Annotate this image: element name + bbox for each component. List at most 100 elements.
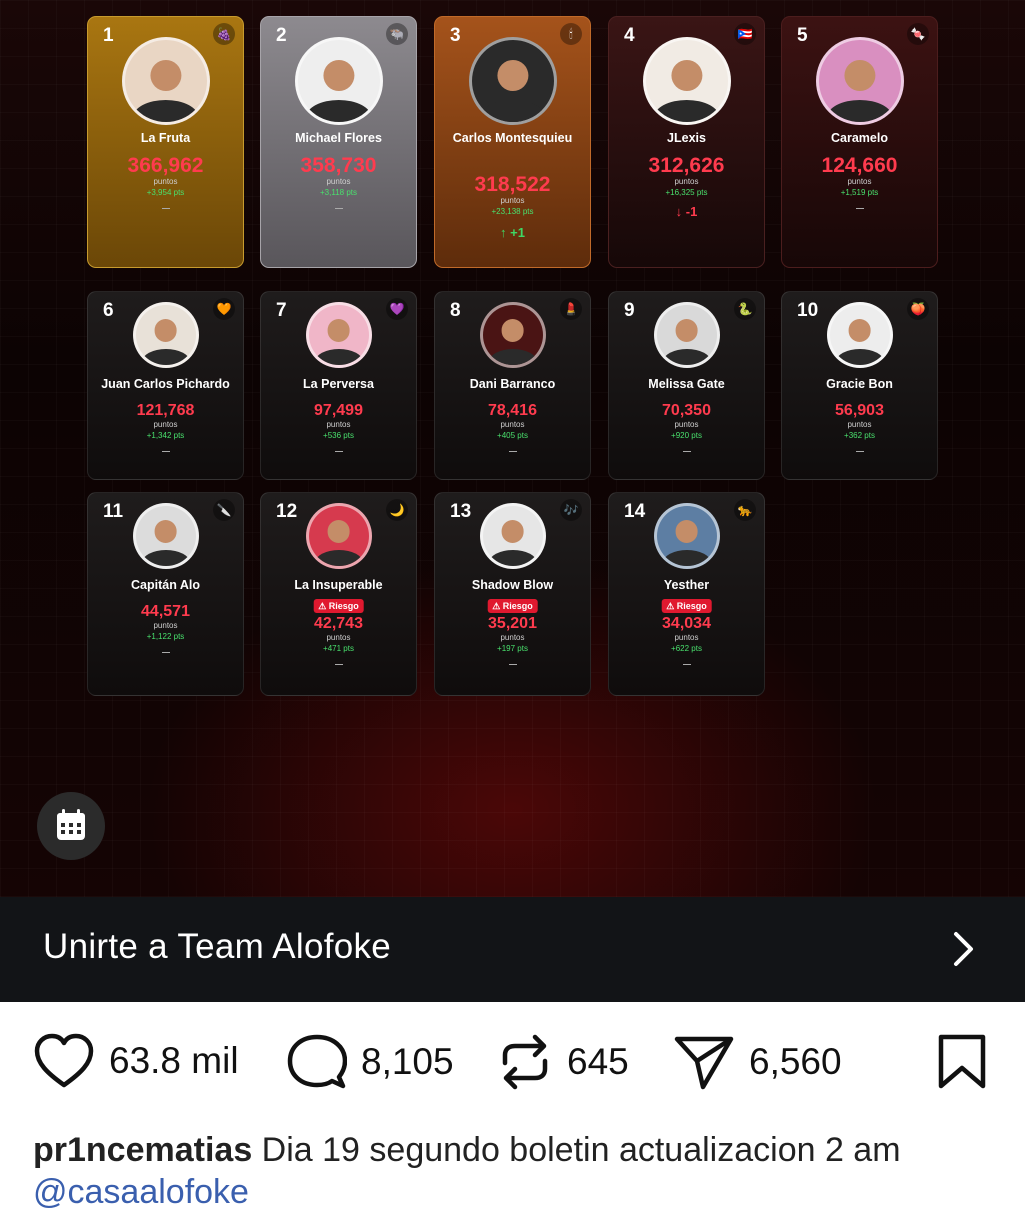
contestant-name: Capitán Alo <box>131 578 200 592</box>
points-value: 97,499 <box>314 402 363 419</box>
contestant-name: Gracie Bon <box>826 377 893 391</box>
points-label: puntos <box>674 633 699 642</box>
contestant-emoji-icon: 🍇 <box>213 23 235 45</box>
contestant-emoji-icon: 🍑 <box>907 298 929 320</box>
avatar <box>479 503 546 569</box>
like-count: 63.8 mil <box>109 1040 239 1081</box>
contestant-emoji-icon: 🎶 <box>560 499 582 521</box>
send-icon <box>674 1036 734 1090</box>
rank-movement-none <box>334 664 343 665</box>
avatar <box>642 37 731 125</box>
contestant-name: Michael Flores <box>295 131 382 145</box>
rank-movement-none <box>508 664 517 665</box>
join-team-banner[interactable]: Unirte a Team Alofoke <box>0 897 1025 1002</box>
contestant-emoji-icon: 🐃 <box>386 23 408 45</box>
points-delta: +536 pts <box>323 431 354 440</box>
points-label: puntos <box>326 633 351 642</box>
contestant-emoji-icon: 🌙 <box>386 499 408 521</box>
points-label: puntos <box>674 420 699 429</box>
contestant-name: La Insuperable <box>294 578 383 592</box>
points-value: 358,730 <box>300 154 377 177</box>
contestant-card[interactable]: 10 🍑 Gracie Bon 56,903 puntos +362 pts <box>781 291 938 480</box>
points-value: 35,201 <box>488 615 537 632</box>
rank-number: 1 <box>103 25 114 46</box>
points-delta: +197 pts <box>497 644 528 653</box>
like-button[interactable]: 63.8 mil <box>33 1033 239 1089</box>
rank-movement-none <box>508 451 517 452</box>
contestant-card[interactable]: 5 🍬 Caramelo 124,660 puntos +1,519 pts <box>781 16 938 268</box>
repost-button[interactable]: 645 <box>497 1033 629 1091</box>
contestant-card[interactable]: 12 🌙 La Insuperable ⚠ Riesgo 42,743 puntos +47… <box>260 492 417 696</box>
rank-movement-none <box>334 451 343 452</box>
points-label: puntos <box>326 420 351 429</box>
post-caption: pr1ncematias Dia 19 segundo boletin actu… <box>33 1129 1013 1213</box>
points-label: puntos <box>500 196 525 205</box>
rank-number: 9 <box>624 300 635 321</box>
contestant-card[interactable]: 3 🕯 Carlos Montesquieu 318,522 puntos +23,138… <box>434 16 591 268</box>
contestant-name: Caramelo <box>831 131 888 145</box>
avatar <box>468 37 557 125</box>
rank-movement-none <box>161 451 170 452</box>
contestant-card[interactable]: 1 🍇 La Fruta 366,962 puntos +3,954 pts <box>87 16 244 268</box>
join-team-label: Unirte a Team Alofoke <box>43 927 392 966</box>
avatar <box>826 302 893 368</box>
avatar <box>294 37 383 125</box>
caption-mention[interactable]: @casaalofoke <box>33 1173 249 1211</box>
points-delta: +1,342 pts <box>146 431 185 440</box>
contestant-name: Dani Barranco <box>469 377 556 391</box>
points-label: puntos <box>153 177 178 186</box>
share-button[interactable]: 6,560 <box>673 1033 842 1091</box>
contestant-card[interactable]: 4 🇵🇷 JLexis 312,626 puntos +16,325 pts ↓ -1 <box>608 16 765 268</box>
calendar-button[interactable] <box>37 792 105 860</box>
caption-text: Dia 19 segundo boletin actualizacion 2 a… <box>252 1131 901 1169</box>
calendar-icon <box>57 809 85 840</box>
contestant-card[interactable]: 14 🐆 Yesther ⚠ Riesgo 34,034 puntos +622 pts <box>608 492 765 696</box>
rank-movement-none <box>161 652 170 653</box>
caption-username[interactable]: pr1ncematias <box>33 1131 252 1169</box>
points-delta: +16,325 pts <box>665 188 708 197</box>
contestant-card[interactable]: 6 🧡 Juan Carlos Pichardo 121,768 puntos +1,34… <box>87 291 244 480</box>
rank-number: 13 <box>450 501 472 522</box>
risk-badge: ⚠ Riesgo <box>661 599 712 613</box>
contestant-emoji-icon: 🧡 <box>213 298 235 320</box>
save-button[interactable] <box>936 1033 988 1091</box>
points-value: 366,962 <box>127 154 204 177</box>
contestant-card[interactable]: 2 🐃 Michael Flores 358,730 puntos +3,118 pts <box>260 16 417 268</box>
comment-button[interactable]: 8,105 <box>287 1033 454 1091</box>
points-delta: +3,118 pts <box>320 188 357 197</box>
points-label: puntos <box>153 420 178 429</box>
contestant-card[interactable]: 8 💄 Dani Barranco 78,416 puntos +405 pts <box>434 291 591 480</box>
contestant-card[interactable]: 13 🎶 Shadow Blow ⚠ Riesgo 35,201 puntos +197 p… <box>434 492 591 696</box>
points-delta: +1,122 pts <box>146 632 185 641</box>
heart-icon <box>34 1033 94 1088</box>
points-value: 56,903 <box>835 402 884 419</box>
contestant-name: Juan Carlos Pichardo <box>101 377 230 391</box>
contestant-name: JLexis <box>667 131 706 145</box>
contestant-name: La Fruta <box>140 131 191 145</box>
avatar <box>121 37 210 125</box>
contestant-name: Shadow Blow <box>471 578 554 592</box>
rank-movement-none <box>682 451 691 452</box>
rank-movement-none <box>334 208 343 209</box>
rank-number: 10 <box>797 300 819 321</box>
contestant-emoji-icon: 🐆 <box>734 499 756 521</box>
risk-badge: ⚠ Riesgo <box>487 599 538 613</box>
contestant-emoji-icon: 🔪 <box>213 499 235 521</box>
contestant-name: Yesther <box>663 578 710 592</box>
points-delta: +920 pts <box>671 431 702 440</box>
points-value: 121,768 <box>136 402 195 419</box>
contestant-emoji-icon: 💜 <box>386 298 408 320</box>
rank-movement-none <box>161 208 170 209</box>
points-value: 124,660 <box>821 154 898 177</box>
contestant-card[interactable]: 9 🐍 Melissa Gate 70,350 puntos +920 pts <box>608 291 765 480</box>
contestant-card[interactable]: 11 🔪 Capitán Alo 44,571 puntos +1,122 pts <box>87 492 244 696</box>
rank-number: 6 <box>103 300 114 321</box>
rank-movement-up: ↑ +1 <box>500 225 525 240</box>
rank-movement-none <box>682 664 691 665</box>
points-label: puntos <box>326 177 351 186</box>
contestant-card[interactable]: 7 💜 La Perversa 97,499 puntos +536 pts <box>260 291 417 480</box>
contestant-emoji-icon: 🕯 <box>560 23 582 45</box>
rank-movement-none <box>855 451 864 452</box>
points-delta: +23,138 pts <box>491 207 534 216</box>
post-actions-bar: 63.8 mil 8,105 645 6,560 <box>0 1002 1025 1132</box>
